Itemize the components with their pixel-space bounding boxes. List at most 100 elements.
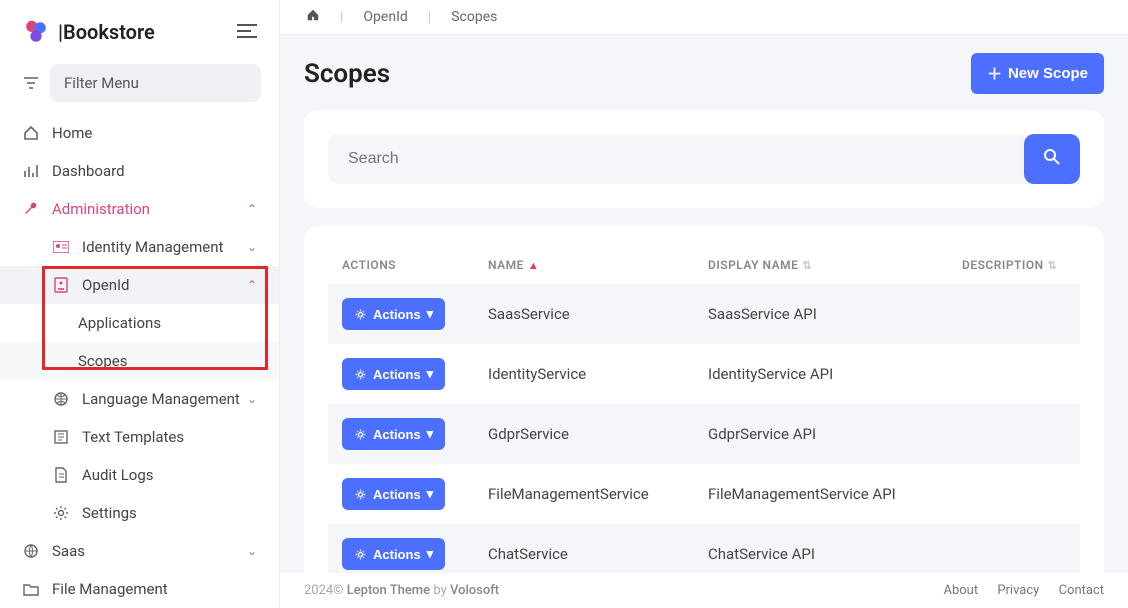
openid-icon [52, 276, 70, 294]
gear-icon [354, 308, 367, 321]
nav-text-templates[interactable]: Text Templates [0, 418, 279, 456]
hamburger-icon[interactable] [237, 23, 257, 42]
button-label: Actions [373, 307, 421, 322]
footer-contact[interactable]: Contact [1059, 583, 1104, 598]
home-icon[interactable] [306, 8, 320, 26]
footer-about[interactable]: About [943, 583, 978, 598]
gear-icon [52, 504, 70, 522]
caret-down-icon: ▾ [427, 486, 434, 502]
actions-button[interactable]: Actions ▾ [342, 358, 445, 390]
wrench-icon [22, 200, 40, 218]
nav-label: Applications [78, 314, 161, 332]
chevron-down-icon: ⌄ [247, 544, 257, 558]
plus-icon: ＋ [987, 63, 1002, 84]
sort-asc-icon: ▲ [528, 259, 539, 272]
nav-dashboard[interactable]: Dashboard [0, 152, 279, 190]
gear-icon [354, 428, 367, 441]
sort-icon: ⇅ [1048, 259, 1058, 272]
id-card-icon [52, 238, 70, 256]
breadcrumb-item[interactable]: Scopes [451, 9, 497, 25]
table-row: Actions▾IdentityServiceIdentityService A… [328, 344, 1080, 404]
col-display-name[interactable]: DISPLAY NAME⇅ [708, 258, 962, 272]
nav-label: Administration [52, 200, 150, 218]
search-button[interactable] [1024, 134, 1080, 184]
sort-icon: ⇅ [802, 259, 812, 272]
nav-applications[interactable]: Applications [0, 304, 279, 342]
nav-label: File Management [52, 580, 168, 598]
page-title: Scopes [304, 59, 390, 89]
nav-label: Settings [82, 504, 137, 522]
table-row: Actions▾SaasServiceSaasService API [328, 284, 1080, 344]
nav-home[interactable]: Home [0, 114, 279, 152]
nav-administration[interactable]: Administration ⌃ [0, 190, 279, 228]
table-row: Actions▾ChatServiceChatService API [328, 524, 1080, 573]
nav-language-management[interactable]: Language Management ⌄ [0, 380, 279, 418]
cell-display: FileManagementService API [708, 485, 962, 503]
col-description[interactable]: DESCRIPTION⇅ [962, 258, 1066, 272]
main: | OpenId | Scopes Scopes ＋ New Scope [280, 0, 1128, 608]
search-input[interactable] [328, 134, 1024, 184]
nav-saas[interactable]: Saas ⌄ [0, 532, 279, 570]
button-label: Actions [373, 367, 421, 382]
button-label: Actions [373, 487, 421, 502]
nav-label: Language Management [82, 390, 240, 408]
actions-button[interactable]: Actions ▾ [342, 538, 445, 570]
button-label: New Scope [1008, 65, 1088, 82]
footer-privacy[interactable]: Privacy [997, 583, 1039, 598]
actions-button[interactable]: Actions▾ [342, 298, 445, 330]
nav-identity-management[interactable]: Identity Management ⌄ [0, 228, 279, 266]
nav-label: Audit Logs [82, 466, 154, 484]
filter-menu-input[interactable]: Filter Menu [50, 64, 261, 102]
footer-by: by [433, 583, 446, 598]
breadcrumb: | OpenId | Scopes [280, 0, 1128, 35]
nav-label: Text Templates [82, 428, 184, 446]
table-header: ACTIONS NAME▲ DISPLAY NAME⇅ DESCRIPTION⇅ [328, 246, 1080, 284]
gear-icon [354, 548, 367, 561]
cell-display: GdprService API [708, 425, 962, 443]
actions-button[interactable]: Actions▾ [342, 418, 445, 450]
footer-theme: Lepton Theme [347, 583, 430, 598]
button-label: Actions [373, 547, 421, 562]
footer-year: 2024 [304, 583, 333, 598]
chevron-up-icon: ⌃ [247, 278, 257, 292]
cell-display: IdentityService API [708, 365, 962, 383]
nav-audit-logs[interactable]: Audit Logs [0, 456, 279, 494]
nav-settings[interactable]: Settings [0, 494, 279, 532]
cell-name: GdprService [488, 425, 708, 443]
gear-icon [354, 488, 367, 501]
nav-file-management[interactable]: File Management [0, 570, 279, 608]
table-row: Actions ▾ FileManagementServiceFileManagem… [328, 464, 1080, 524]
cell-display: SaasService API [708, 305, 962, 323]
nav-label: Scopes [78, 352, 127, 370]
cell-name: FileManagementService [488, 485, 708, 503]
chevron-down-icon: ⌄ [247, 240, 257, 254]
breadcrumb-item[interactable]: OpenId [363, 9, 407, 25]
nav-scopes[interactable]: Scopes [0, 342, 279, 380]
search-card [304, 110, 1104, 208]
new-scope-button[interactable]: ＋ New Scope [971, 53, 1104, 94]
globe-icon [52, 390, 70, 408]
caret-down-icon: ▾ [427, 366, 434, 382]
home-icon [22, 124, 40, 142]
scopes-table: ACTIONS NAME▲ DISPLAY NAME⇅ DESCRIPTION⇅… [304, 226, 1104, 573]
folder-icon [22, 580, 40, 598]
footer: 2024© Lepton Theme by Volosoft About Pri… [280, 573, 1128, 608]
brand-logo[interactable]: |Bookstore [22, 18, 155, 46]
chart-icon [22, 162, 40, 180]
search-icon [1043, 148, 1061, 166]
cell-name: ChatService [488, 545, 708, 563]
caret-down-icon: ▾ [427, 426, 434, 442]
col-name[interactable]: NAME▲ [488, 258, 708, 272]
nav-label: Saas [52, 542, 85, 560]
nav-label: OpenId [82, 276, 130, 294]
caret-down-icon: ▾ [427, 546, 434, 562]
logo-mark-icon [22, 18, 50, 46]
nav-label: Dashboard [52, 162, 125, 180]
file-icon [52, 466, 70, 484]
actions-button[interactable]: Actions ▾ [342, 478, 445, 510]
col-actions[interactable]: ACTIONS [342, 258, 488, 272]
nav-label: Home [52, 124, 92, 142]
template-icon [52, 428, 70, 446]
nav-openid[interactable]: OpenId ⌃ [0, 266, 279, 304]
footer-author[interactable]: Volosoft [450, 583, 499, 598]
